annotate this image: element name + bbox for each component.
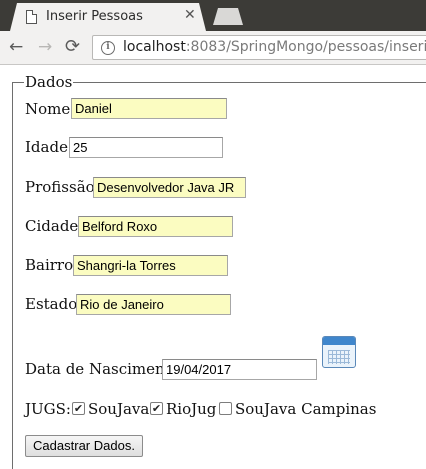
url-text[interactable]: localhost:8083/SpringMongo/pessoas/inser… <box>123 39 426 55</box>
nome-input[interactable] <box>71 98 227 119</box>
check-icon: ✔ <box>151 402 162 415</box>
soujava-label: SouJava <box>88 400 150 418</box>
nascimento-label: Data de Nascimento: <box>25 360 185 378</box>
soujava-campinas-label: SouJava Campinas <box>235 400 377 418</box>
idade-input[interactable] <box>69 137 223 158</box>
calendar-header <box>323 337 355 345</box>
url-host: localhost <box>123 39 186 55</box>
bairro-label: Bairro: <box>25 256 79 274</box>
info-icon[interactable]: i <box>101 41 115 55</box>
new-tab-button[interactable] <box>213 8 243 25</box>
reload-icon[interactable]: ⟳ <box>65 35 80 59</box>
browser-toolbar: ← → ⟳ i localhost:8083/SpringMongo/pesso… <box>0 31 426 65</box>
tab-title: Inserir Pessoas <box>46 9 143 24</box>
estado-input[interactable] <box>76 294 231 315</box>
address-bar[interactable]: i localhost:8083/SpringMongo/pessoas/ins… <box>92 35 426 60</box>
idade-label: Idade: <box>25 138 74 156</box>
back-icon[interactable]: ← <box>9 35 23 59</box>
cidade-input[interactable] <box>78 216 233 237</box>
tab-strip: Inserir Pessoas ✕ <box>0 0 426 31</box>
cadastrar-button[interactable]: Cadastrar Dados. <box>25 435 143 457</box>
calendar-grid <box>328 350 350 364</box>
cidade-label: Cidade: <box>25 217 84 235</box>
tab-inserir-pessoas[interactable]: Inserir Pessoas ✕ <box>10 3 206 31</box>
bairro-input[interactable] <box>73 255 228 276</box>
riojug-checkbox[interactable]: ✔ <box>150 402 163 415</box>
fieldset-legend: Dados <box>24 73 74 91</box>
calendar-icon[interactable] <box>321 334 357 370</box>
nome-label: Nome: <box>25 100 76 118</box>
url-path: :8083/SpringMongo/pessoas/inserirPes <box>185 39 426 55</box>
soujava-checkbox[interactable]: ✔ <box>72 402 85 415</box>
riojug-label: RioJug <box>166 400 217 418</box>
page-content: Dados Nome: Idade: Profissão: Cidade: Ba… <box>0 66 426 469</box>
profissao-label: Profissão: <box>25 178 100 196</box>
estado-label: Estado: <box>25 295 83 313</box>
check-icon: ✔ <box>73 402 84 415</box>
calendar-frame <box>322 336 356 368</box>
close-icon[interactable]: ✕ <box>184 7 196 23</box>
soujava-campinas-checkbox[interactable] <box>219 402 232 415</box>
document-icon <box>26 10 37 24</box>
forward-icon[interactable]: → <box>38 35 52 59</box>
profissao-input[interactable] <box>93 177 246 198</box>
nascimento-input[interactable] <box>162 359 317 380</box>
jugs-label: JUGS: <box>25 400 71 418</box>
